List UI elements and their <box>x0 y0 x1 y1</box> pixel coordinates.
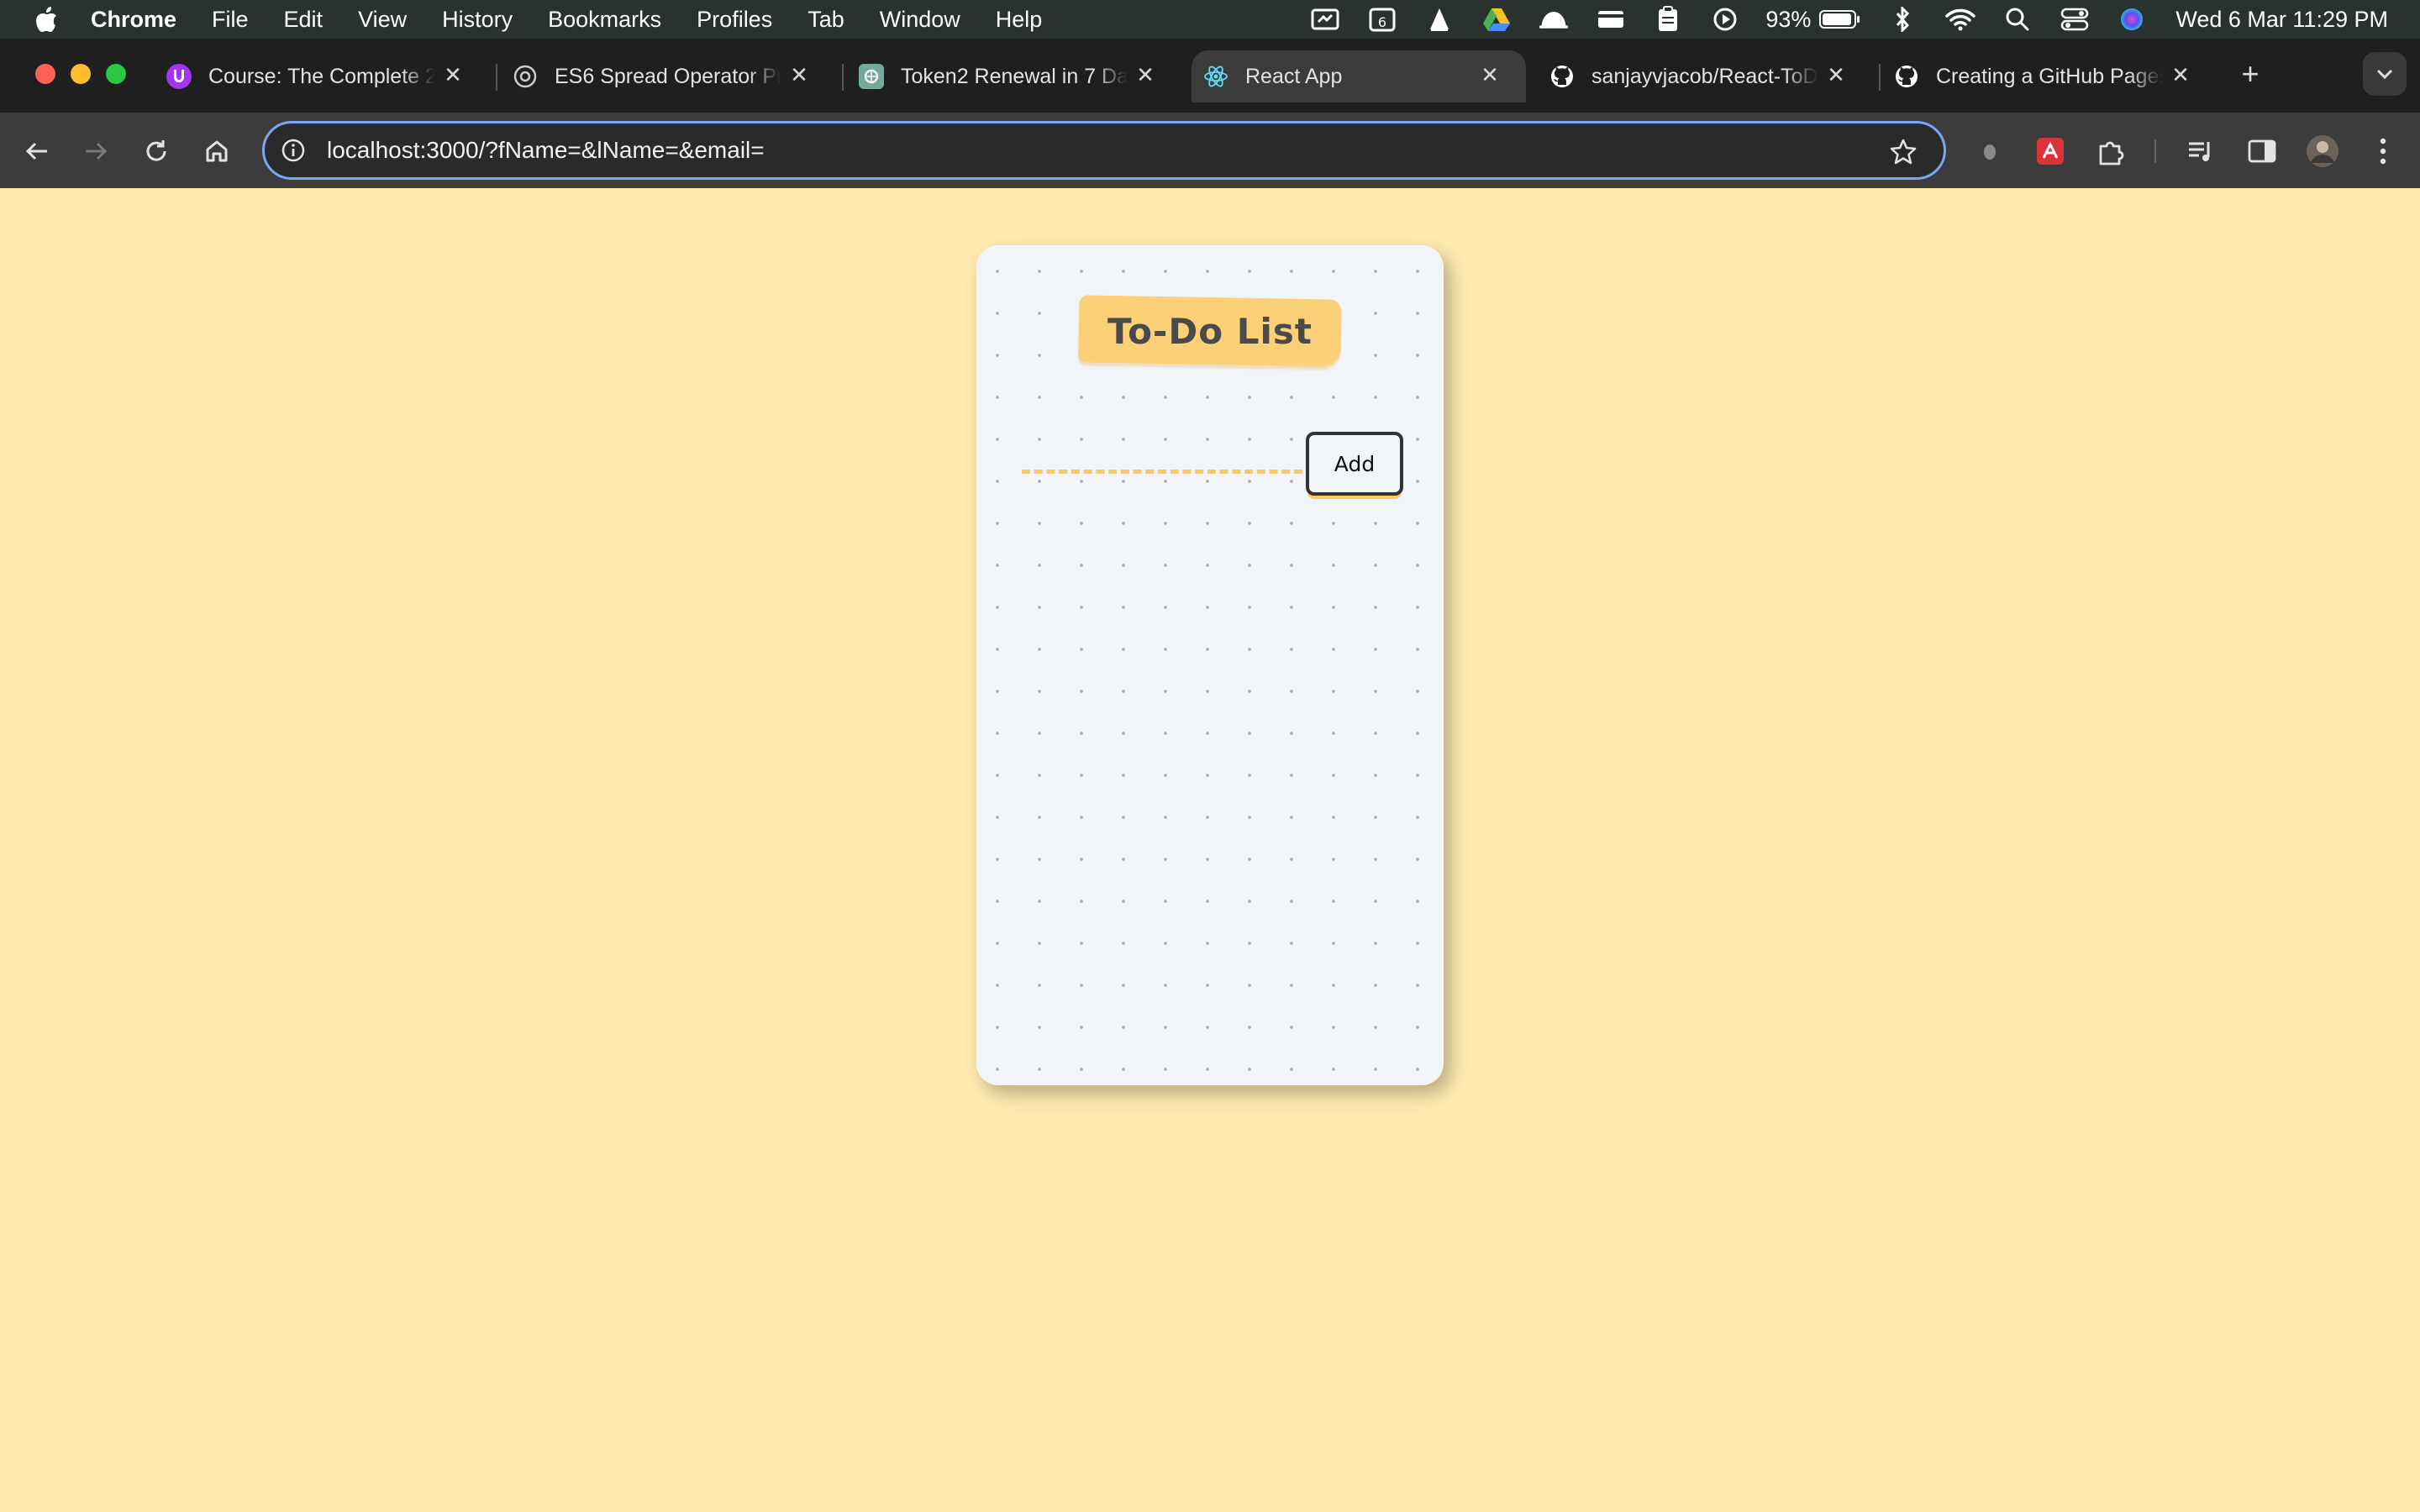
tab-separator <box>496 64 497 91</box>
tab-title: Token2 Renewal in 7 Days <box>901 64 1128 88</box>
tab-udemy-course[interactable]: Course: The Complete 2024 Web Developmen… <box>155 50 489 102</box>
tab-close-icon[interactable]: ✕ <box>1823 62 1849 87</box>
toolbar-divider <box>2154 139 2156 163</box>
profile-avatar[interactable] <box>2304 133 2341 170</box>
wifi-icon[interactable] <box>1945 7 1976 32</box>
calendar-icon[interactable]: 6 <box>1367 7 1397 32</box>
tab-title: Creating a GitHub Pages site <box>1936 64 2163 88</box>
tab-es6-spread[interactable]: ES6 Spread Operator Practice ✕ <box>501 50 835 102</box>
tab-separator <box>1879 64 1881 91</box>
bluetooth-icon[interactable] <box>1888 7 1918 32</box>
reload-icon <box>146 140 166 161</box>
menu-file[interactable]: File <box>212 7 249 33</box>
menubar-clock[interactable]: Wed 6 Mar 11:29 PM <box>2175 7 2388 33</box>
tab-close-icon[interactable]: ✕ <box>786 62 812 87</box>
menu-app-chrome[interactable]: Chrome <box>91 7 176 33</box>
react-icon <box>1203 64 1228 89</box>
reload-button[interactable] <box>136 131 176 171</box>
tab-close-icon[interactable]: ✕ <box>1133 62 1158 87</box>
tab-close-icon[interactable]: ✕ <box>1477 62 1502 87</box>
extensions-puzzle-icon[interactable] <box>2092 133 2129 170</box>
chrome-menu-icon[interactable] <box>2365 133 2402 170</box>
tab-search-button[interactable] <box>2363 52 2407 96</box>
drive-icon[interactable] <box>1481 7 1512 32</box>
card-icon[interactable] <box>1596 7 1626 32</box>
todo-card: To-Do List Add <box>976 245 1444 1085</box>
todo-input[interactable] <box>1022 444 1302 474</box>
siri-icon[interactable] <box>2117 7 2147 32</box>
apple-icon[interactable] <box>34 5 59 34</box>
screen-mirror-icon[interactable] <box>1310 7 1340 32</box>
page-viewport: To-Do List Add <box>0 188 2420 1512</box>
github-icon <box>1894 64 1919 89</box>
bookmark-star-icon[interactable] <box>1886 135 1920 169</box>
helmet-icon[interactable] <box>1539 7 1569 32</box>
menu-help[interactable]: Help <box>996 7 1043 33</box>
macos-menubar: Chrome File Edit View History Bookmarks … <box>0 0 2420 39</box>
tab-title: React App <box>1245 64 1343 88</box>
side-panel-icon[interactable] <box>2244 133 2281 170</box>
minimize-window-button[interactable] <box>71 64 91 84</box>
chatgpt-icon <box>859 64 884 89</box>
github-icon <box>1549 64 1575 89</box>
play-icon[interactable] <box>1710 7 1740 32</box>
menu-edit[interactable]: Edit <box>284 7 324 33</box>
clipboard-icon[interactable] <box>1653 6 1683 32</box>
arrow-left-icon <box>25 142 47 160</box>
chevron-down-icon <box>2376 69 2393 80</box>
udemy-icon <box>166 64 192 89</box>
tab-github-pages[interactable]: Creating a GitHub Pages site ✕ <box>1882 50 2217 102</box>
spotlight-search-icon[interactable] <box>2002 7 2033 32</box>
menu-view[interactable]: View <box>358 7 407 33</box>
url-input[interactable] <box>327 137 1755 164</box>
media-controls-icon[interactable] <box>2183 133 2220 170</box>
arrow-right-icon <box>86 142 108 160</box>
forward-button[interactable] <box>76 131 116 171</box>
zoom-window-button[interactable] <box>106 64 126 84</box>
vlc-icon[interactable] <box>1424 7 1455 32</box>
battery-percentage: 93% <box>1765 6 1812 32</box>
tab-token-renewal[interactable]: Token2 Renewal in 7 Days ✕ <box>847 50 1181 102</box>
tab-github-repo[interactable]: sanjayvjacob/React-ToDo-List ✕ <box>1538 50 1872 102</box>
address-bar[interactable] <box>262 121 1946 180</box>
status-area: 6 93% Wed 6 Mar 11:29 PM <box>1283 0 2420 39</box>
page-title: To-Do List <box>1107 310 1313 352</box>
tab-close-icon[interactable]: ✕ <box>2168 62 2193 87</box>
add-button[interactable]: Add <box>1306 432 1403 496</box>
calendar-badge: 6 <box>1378 14 1386 30</box>
extension-dot-icon[interactable] <box>1971 133 2008 170</box>
tab-separator <box>842 64 844 91</box>
back-button[interactable] <box>17 131 57 171</box>
menu-bookmarks[interactable]: Bookmarks <box>548 7 661 33</box>
tab-title: ES6 Spread Operator Practice <box>555 64 781 88</box>
close-window-button[interactable] <box>35 64 55 84</box>
site-info-icon[interactable] <box>278 135 308 165</box>
window-controls <box>35 64 126 84</box>
extension-red-icon[interactable] <box>2032 133 2069 170</box>
browser-toolbar <box>0 113 2420 188</box>
menu-tab[interactable]: Tab <box>808 7 844 33</box>
menu-profiles[interactable]: Profiles <box>697 7 772 33</box>
tab-title: Course: The Complete 2024 Web Developmen… <box>208 64 435 88</box>
codesandbox-icon <box>513 64 538 89</box>
menu-history[interactable]: History <box>442 7 513 33</box>
tab-react-app[interactable]: React App ✕ <box>1192 50 1526 102</box>
heading-highlight: To-Do List <box>1078 295 1342 367</box>
battery-icon[interactable] <box>1819 7 1861 32</box>
browser-tab-strip: Course: The Complete 2024 Web Developmen… <box>0 39 2420 113</box>
new-tab-button[interactable]: + <box>2232 55 2269 92</box>
control-center-icon[interactable] <box>2060 7 2090 32</box>
tab-title: sanjayvjacob/React-ToDo-List <box>1591 64 1818 88</box>
home-button[interactable] <box>197 131 237 171</box>
tab-close-icon[interactable]: ✕ <box>440 62 466 87</box>
menu-window[interactable]: Window <box>880 7 960 33</box>
home-icon <box>206 140 228 162</box>
